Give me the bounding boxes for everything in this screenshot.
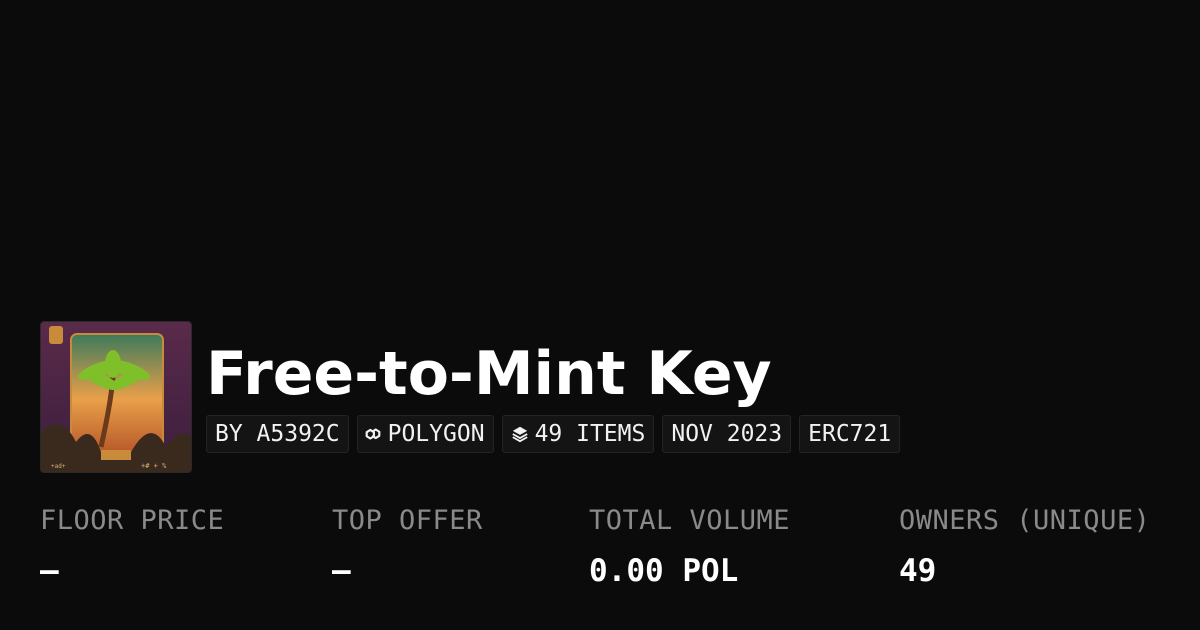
chain-chip[interactable]: POLYGON xyxy=(356,415,494,453)
polygon-chain-icon xyxy=(365,428,381,440)
token-standard-chip: ERC721 xyxy=(799,415,901,453)
token-standard-label: ERC721 xyxy=(808,421,892,447)
items-chip[interactable]: 49 ITEMS xyxy=(501,415,655,453)
layers-icon xyxy=(511,426,528,443)
floor-price-value: – xyxy=(40,553,59,589)
creator-label: BY A5392C xyxy=(215,421,340,447)
top-offer-value: – xyxy=(332,553,351,589)
collection-title: Free-to-Mint Key xyxy=(206,339,772,409)
items-label: 49 ITEMS xyxy=(534,421,646,447)
svg-text:+ad+: +ad+ xyxy=(51,463,66,470)
collection-meta-chips: BY A5392C POLYGON 49 ITEMS NOV 2023 ERC7… xyxy=(206,415,901,453)
created-date-chip: NOV 2023 xyxy=(662,415,792,453)
chain-label: POLYGON xyxy=(387,421,485,447)
floor-price-label: FLOOR PRICE xyxy=(40,505,225,536)
palm-tree-image: +ad+ +# + % xyxy=(41,322,191,472)
collection-image: +ad+ +# + % xyxy=(40,321,192,473)
top-offer-label: TOP OFFER xyxy=(332,505,483,536)
total-volume-value: 0.00 POL xyxy=(589,553,739,589)
svg-text:+# + %: +# + % xyxy=(141,462,167,470)
owners-value: 49 xyxy=(899,553,937,589)
total-volume-label: TOTAL VOLUME xyxy=(589,505,791,536)
creator-chip[interactable]: BY A5392C xyxy=(206,415,349,453)
created-date-label: NOV 2023 xyxy=(671,421,783,447)
owners-label: OWNERS (UNIQUE) xyxy=(899,505,1151,536)
